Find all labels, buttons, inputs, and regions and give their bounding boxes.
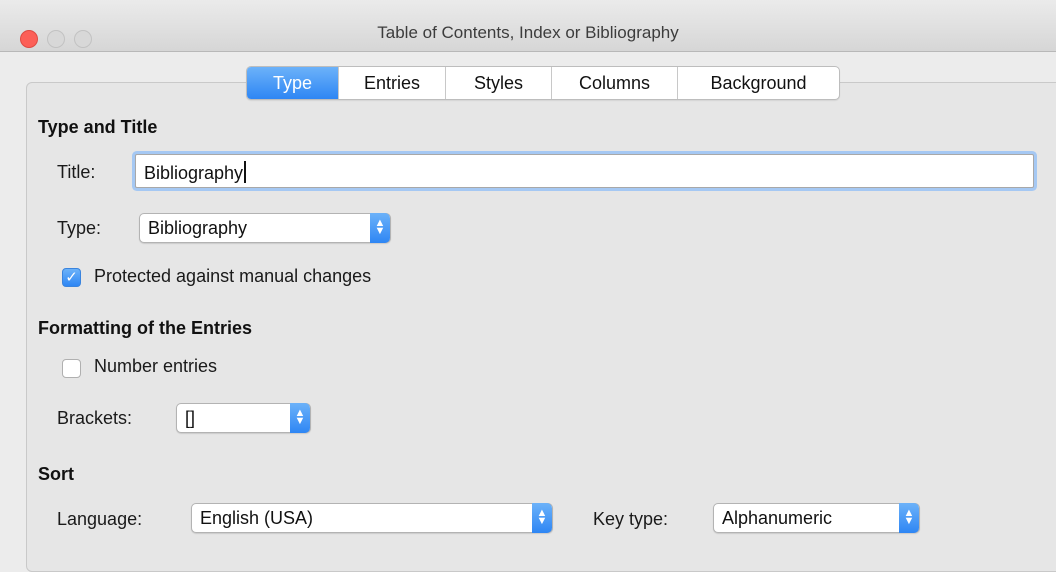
number-entries-label: Number entries xyxy=(94,356,218,376)
chevron-updown-icon: ▲ ▼ xyxy=(370,213,390,243)
checkmark-icon: ✓ xyxy=(65,269,78,286)
brackets-select-value: [] xyxy=(185,408,196,428)
chevron-updown-icon: ▲ ▼ xyxy=(532,503,552,533)
sort-heading: Sort xyxy=(38,464,74,484)
window-title: Table of Contents, Index or Bibliography xyxy=(377,23,679,42)
protected-label: Protected against manual changes xyxy=(94,266,372,286)
tab-entries[interactable]: Entries xyxy=(338,67,445,99)
type-and-title-heading: Type and Title xyxy=(38,117,158,137)
tab-background[interactable]: Background xyxy=(677,67,839,99)
tab-bar: Type Entries Styles Columns Background xyxy=(246,66,840,100)
chevron-updown-icon: ▲ ▼ xyxy=(290,403,310,433)
formatting-heading: Formatting of the Entries xyxy=(38,318,253,338)
text-caret xyxy=(244,161,247,183)
language-select-value: English (USA) xyxy=(200,508,314,528)
brackets-select[interactable]: [] ▲ ▼ xyxy=(176,403,311,433)
number-entries-checkbox[interactable] xyxy=(62,359,81,378)
protected-checkbox[interactable]: ✓ xyxy=(62,268,81,287)
tab-columns[interactable]: Columns xyxy=(551,67,677,99)
type-select[interactable]: Bibliography ▲ ▼ xyxy=(139,213,391,243)
language-label: Language: xyxy=(57,509,143,529)
tab-type[interactable]: Type xyxy=(247,67,338,99)
key-type-select-value: Alphanumeric xyxy=(722,508,833,528)
key-type-label: Key type: xyxy=(593,509,669,529)
title-label: Title: xyxy=(57,162,96,182)
brackets-label: Brackets: xyxy=(57,408,133,428)
chevron-updown-icon: ▲ ▼ xyxy=(899,503,919,533)
tab-styles[interactable]: Styles xyxy=(445,67,551,99)
type-label: Type: xyxy=(57,218,102,238)
type-select-value: Bibliography xyxy=(148,218,248,238)
key-type-select[interactable]: Alphanumeric ▲ ▼ xyxy=(713,503,920,533)
title-input-value: Bibliography xyxy=(144,163,244,183)
window-titlebar: Table of Contents, Index or Bibliography xyxy=(0,0,1056,52)
title-input[interactable]: Bibliography xyxy=(135,154,1034,188)
language-select[interactable]: English (USA) ▲ ▼ xyxy=(191,503,553,533)
